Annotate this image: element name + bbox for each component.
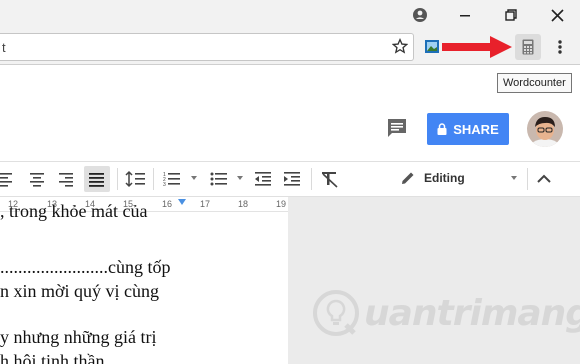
- document-line: , trong khỏe mát của: [0, 201, 148, 221]
- decrease-indent-icon[interactable]: [255, 168, 273, 195]
- svg-text:3: 3: [163, 182, 166, 188]
- editing-mode-label: Editing: [424, 171, 465, 185]
- wordcounter-tooltip: Wordcounter: [497, 73, 572, 93]
- page-margin-area: [288, 197, 580, 364]
- toolbar-divider: [0, 64, 580, 65]
- clear-formatting-icon[interactable]: [321, 168, 339, 195]
- browser-menu-icon[interactable]: [555, 36, 565, 58]
- address-text: t: [2, 40, 6, 55]
- minimize-button[interactable]: [443, 0, 487, 30]
- align-left-icon[interactable]: [0, 168, 14, 195]
- share-button[interactable]: SHARE: [427, 113, 509, 145]
- bulleted-list-dropdown-icon[interactable]: [237, 176, 243, 180]
- document-line: n xin mời quý vị cùng: [0, 281, 160, 301]
- extension-image-icon[interactable]: [425, 40, 439, 53]
- watermark: uantrimang: [312, 289, 580, 337]
- account-icon[interactable]: [398, 0, 442, 30]
- document-page[interactable]: , trong khỏe mát của ...................…: [0, 201, 288, 364]
- editing-dropdown-icon[interactable]: [511, 176, 517, 180]
- numbered-list-icon[interactable]: 123: [163, 168, 181, 195]
- toolbar-separator: [311, 168, 312, 190]
- toolbar-separator: [527, 168, 528, 190]
- toolbar-separator: [117, 168, 118, 190]
- restore-button[interactable]: [489, 0, 533, 30]
- toolbar-separator: [153, 168, 154, 190]
- numbered-list-dropdown-icon[interactable]: [191, 176, 197, 180]
- editing-mode-dropdown[interactable]: Editing: [400, 170, 465, 186]
- increase-indent-icon[interactable]: [284, 168, 302, 195]
- pencil-icon: [402, 172, 414, 184]
- align-center-icon[interactable]: [29, 168, 45, 195]
- collapse-chevron-icon[interactable]: [536, 168, 552, 195]
- calculator-icon: [522, 39, 534, 55]
- line-spacing-icon[interactable]: [125, 168, 147, 195]
- align-right-icon[interactable]: [58, 168, 74, 195]
- address-bar[interactable]: t: [0, 33, 414, 61]
- wordcounter-extension-button[interactable]: [515, 34, 541, 60]
- lock-icon: [437, 123, 447, 135]
- red-arrow-annotation: [440, 35, 514, 64]
- document-line: y nhưng những giá trị: [0, 327, 157, 347]
- watermark-logo-icon: [313, 290, 359, 336]
- user-avatar[interactable]: [527, 111, 563, 147]
- bulleted-list-icon[interactable]: [210, 168, 228, 195]
- comments-icon[interactable]: [386, 118, 408, 143]
- share-label: SHARE: [453, 121, 499, 137]
- close-button[interactable]: [535, 0, 579, 30]
- watermark-text: uantrimang: [364, 292, 580, 334]
- document-line: h hội tinh thần: [0, 351, 105, 364]
- justify-icon: [89, 168, 105, 195]
- document-line: ........................cùng tốp: [0, 257, 171, 277]
- bookmark-star-icon[interactable]: [391, 38, 409, 59]
